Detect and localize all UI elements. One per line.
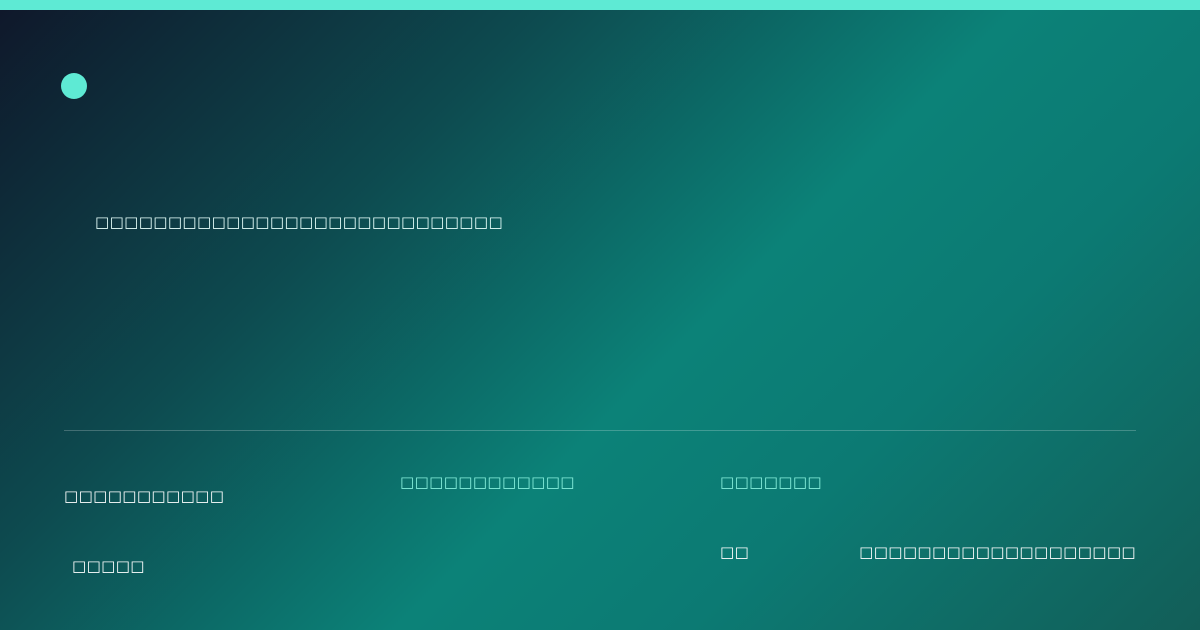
footer-mid-label: □□□□□□□□□□□□ — [400, 473, 575, 491]
brand-dot-icon — [61, 73, 87, 99]
footer-right-value: □□ — [720, 543, 750, 561]
footer-right-label: □□□□□□□ — [720, 473, 823, 491]
hero-headline: □□□□□□□□□□□□□□□□□□□□□□□□□□□□ — [95, 213, 504, 231]
footer-divider — [64, 430, 1136, 431]
footer-far-right-value: □□□□□□□□□□□□□□□□□□□ — [859, 543, 1136, 561]
top-accent-bar — [0, 0, 1200, 10]
footer-left-value: □□□□□ — [72, 557, 145, 575]
footer-left-label: □□□□□□□□□□□ — [64, 487, 225, 505]
